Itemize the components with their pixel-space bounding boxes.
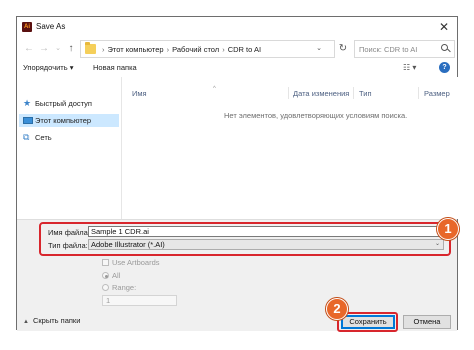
close-icon[interactable]: ✕ [437,20,451,34]
breadcrumb-cdr-to-ai[interactable]: CDR to AI [228,45,261,54]
hide-folders-label: Скрыть папки [32,316,81,325]
search-box[interactable]: Поиск: CDR to AI [354,40,455,58]
save-as-dialog: Ai Save As ✕ ← → ⌄ ↑ › Этот компьютер › Раб… [16,16,459,332]
command-toolbar: Упорядочить ▾ Новая папка ☷ ▾ ? [17,61,457,77]
all-radio[interactable] [102,272,109,279]
search-input[interactable]: Поиск: CDR to AI [359,45,417,54]
computer-icon [23,117,33,124]
title-bar: Ai Save As ✕ [17,17,457,37]
illustrator-app-icon: Ai [22,22,32,32]
window-title: Save As [36,22,66,31]
column-divider[interactable] [353,87,354,99]
range-radio[interactable] [102,284,109,291]
forward-arrow-icon[interactable]: → [38,42,50,56]
refresh-icon[interactable]: ↻ [337,42,349,56]
nav-item-label: Этот компьютер [35,116,92,125]
chevron-up-icon: ▲ [23,319,29,325]
filetype-value: Adobe Illustrator (*.AI) [91,240,165,249]
star-icon: ★ [23,98,32,108]
range-input[interactable]: 1 [102,295,177,306]
help-icon[interactable]: ? [439,62,450,73]
filename-field[interactable]: Sample 1 CDR.ai [88,226,444,237]
use-artboards-label: Use Artboards [112,258,160,267]
chevron-down-icon: ⌄ [434,241,440,247]
nav-item-label: Сеть [35,133,52,142]
annotation-badge-2: 2 [326,298,348,320]
nav-item-quick-access[interactable]: ★ Быстрый доступ [19,97,119,110]
address-dropdown-icon[interactable]: ⌄ [316,44,322,52]
filetype-label: Тип файла: [48,241,88,250]
nav-item-this-pc[interactable]: Этот компьютер [19,114,119,127]
up-arrow-icon[interactable]: ↑ [65,42,77,56]
filename-label: Имя файла: [48,228,90,237]
back-arrow-icon[interactable]: ← [23,42,35,56]
sort-caret-icon: ^ [213,86,216,92]
column-divider[interactable] [418,87,419,99]
folder-icon [85,42,96,54]
view-options-icon[interactable]: ☷ ▾ [403,63,416,72]
column-header-type[interactable]: Тип [359,89,372,98]
nav-item-label: Быстрый доступ [35,99,92,108]
new-folder-button[interactable]: Новая папка [93,63,137,72]
annotation-badge-1: 1 [437,218,459,240]
use-artboards-checkbox[interactable] [102,259,109,266]
navigation-row: ← → ⌄ ↑ › Этот компьютер › Рабочий стол › CDR… [17,40,457,58]
file-list: ^ Имя Дата изменения Тип Размер Нет элем… [122,77,459,219]
network-icon: ⧉ [23,132,30,142]
all-label: All [112,271,121,280]
organize-menu[interactable]: Упорядочить ▾ [23,63,73,72]
save-button[interactable]: Сохранить [341,315,395,329]
nav-item-network[interactable]: ⧉ Сеть [19,131,119,144]
navigation-pane: ★ Быстрый доступ Этот компьютер ⧉ Сеть [17,77,120,219]
filetype-select[interactable]: Adobe Illustrator (*.AI) ⌄ [88,239,444,250]
column-header-name[interactable]: Имя [132,89,147,98]
empty-message: Нет элементов, удовлетворяющих условиям … [224,111,408,120]
recent-locations-chevron-icon[interactable]: ⌄ [52,42,64,56]
column-header-date[interactable]: Дата изменения [293,89,349,98]
column-divider[interactable] [288,87,289,99]
range-label: Range: [112,283,137,292]
breadcrumb: › Этот компьютер › Рабочий стол › CDR to AI [102,45,262,54]
breadcrumb-this-pc[interactable]: Этот компьютер [108,45,164,54]
address-bar[interactable]: › Этот компьютер › Рабочий стол › CDR to AI ⌄ [80,40,335,58]
cancel-button[interactable]: Отмена [403,315,451,329]
column-header-size[interactable]: Размер [424,89,450,98]
breadcrumb-desktop[interactable]: Рабочий стол [172,45,219,54]
save-options-panel: Имя файла: Sample 1 CDR.ai Тип файла: Ad… [17,218,459,332]
search-icon [441,44,450,53]
hide-folders-toggle[interactable]: ▲ Скрыть папки [23,316,80,325]
